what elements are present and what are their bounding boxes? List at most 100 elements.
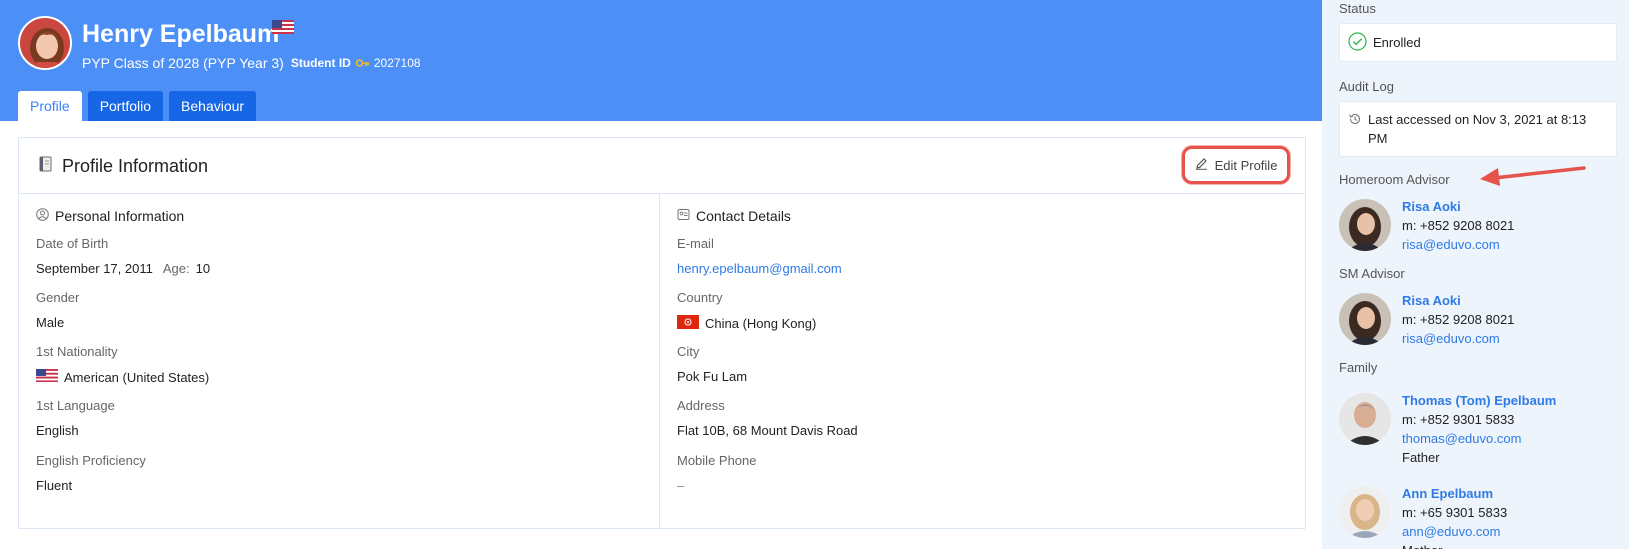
family-member-relation: Mother xyxy=(1402,541,1507,549)
nationality-value-row: American (United States) xyxy=(36,369,209,385)
audit-log-label: Audit Log xyxy=(1339,79,1394,94)
us-flag-icon xyxy=(36,369,58,385)
family-member-name[interactable]: Ann Epelbaum xyxy=(1402,484,1507,503)
address-label: Address xyxy=(677,398,725,413)
country-field: Country China (Hong Kong) xyxy=(677,290,816,332)
notebook-icon xyxy=(36,155,54,178)
address-value: Flat 10B, 68 Mount Davis Road xyxy=(677,423,858,438)
sidebar: Status Enrolled Audit Log Last accessed … xyxy=(1322,0,1629,549)
language-label: 1st Language xyxy=(36,398,115,413)
city-value: Pok Fu Lam xyxy=(677,369,748,384)
country-value: China (Hong Kong) xyxy=(705,316,817,331)
profile-tabs: Profile Portfolio Behaviour xyxy=(18,91,257,121)
sm-advisor-label: SM Advisor xyxy=(1339,266,1405,281)
family-label: Family xyxy=(1339,360,1378,375)
key-icon xyxy=(355,59,370,67)
student-name: Henry Epelbaum xyxy=(82,20,280,48)
homeroom-advisor-info: Risa Aoki m: +852 9208 8021 risa@eduvo.c… xyxy=(1402,197,1514,254)
tab-profile[interactable]: Profile xyxy=(18,91,82,121)
tab-behaviour[interactable]: Behaviour xyxy=(169,91,257,121)
proficiency-field: English Proficiency Fluent xyxy=(36,453,146,493)
family-member-avatar xyxy=(1339,393,1391,445)
city-field: City Pok Fu Lam xyxy=(677,344,747,384)
family-member-email[interactable]: thomas@eduvo.com xyxy=(1402,429,1556,448)
history-icon xyxy=(1348,112,1362,131)
card-header: Profile Information Edit Profile xyxy=(19,138,1305,194)
family-member-avatar xyxy=(1339,486,1391,538)
audit-log-line-1: Last accessed on Nov 3, 2021 at 8:13 xyxy=(1368,112,1587,127)
country-label: Country xyxy=(677,290,723,305)
family-member-info: Thomas (Tom) Epelbaum m: +852 9301 5833 … xyxy=(1402,391,1556,467)
nationality-label: 1st Nationality xyxy=(36,344,118,359)
pencil-icon xyxy=(1195,157,1208,173)
dob-value-row: September 17, 2011 Age: 10 xyxy=(36,261,210,276)
student-avatar xyxy=(18,16,72,70)
family-member-email[interactable]: ann@eduvo.com xyxy=(1402,522,1507,541)
personal-information-title: Personal Information xyxy=(36,208,184,224)
tab-portfolio[interactable]: Portfolio xyxy=(87,91,164,121)
annotation-arrow-icon xyxy=(1478,162,1588,193)
homeroom-advisor-label: Homeroom Advisor xyxy=(1339,172,1450,187)
gender-label: Gender xyxy=(36,290,80,305)
country-value-row: China (Hong Kong) xyxy=(677,315,816,332)
homeroom-advisor-name[interactable]: Risa Aoki xyxy=(1402,197,1514,216)
nationality-value: American (United States) xyxy=(64,369,210,385)
status-label: Status xyxy=(1339,1,1376,16)
address-field: Address Flat 10B, 68 Mount Davis Road xyxy=(677,398,858,438)
audit-log-line-2: PM xyxy=(1368,131,1388,146)
sm-advisor-info: Risa Aoki m: +852 9208 8021 risa@eduvo.c… xyxy=(1402,291,1514,348)
us-flag-icon xyxy=(272,20,294,39)
homeroom-advisor-phone: m: +852 9208 8021 xyxy=(1402,218,1515,233)
sm-advisor: Risa Aoki m: +852 9208 8021 risa@eduvo.c… xyxy=(1339,293,1514,348)
homeroom-advisor: Risa Aoki m: +852 9208 8021 risa@eduvo.c… xyxy=(1339,199,1514,254)
family-member-name[interactable]: Thomas (Tom) Epelbaum xyxy=(1402,391,1556,410)
audit-log-box: Last accessed on Nov 3, 2021 at 8:13 PM xyxy=(1339,101,1617,157)
age-value: 10 xyxy=(195,261,211,276)
city-label: City xyxy=(677,344,700,359)
family-member-relation: Father xyxy=(1402,450,1440,465)
contact-details-section: Contact Details E-mail henry.epelbaum@gm… xyxy=(660,194,1305,529)
sm-advisor-avatar xyxy=(1339,293,1391,345)
card-title: Profile Information xyxy=(36,155,208,178)
contact-details-title: Contact Details xyxy=(677,208,791,224)
age-label: Age: xyxy=(162,261,190,276)
homeroom-advisor-avatar xyxy=(1339,199,1391,251)
email-label: E-mail xyxy=(677,236,714,251)
class-line: PYP Class of 2028 (PYP Year 3) xyxy=(82,55,284,71)
student-header: Henry Epelbaum PYP Class of 2028 (PYP Ye… xyxy=(0,0,1322,121)
family-member-phone: m: +852 9301 5833 xyxy=(1402,412,1515,427)
homeroom-advisor-email[interactable]: risa@eduvo.com xyxy=(1402,235,1514,254)
contact-details-title-text: Contact Details xyxy=(696,208,791,224)
student-subtitle: PYP Class of 2028 (PYP Year 3) Student I… xyxy=(82,55,421,71)
student-id-value: 2027108 xyxy=(373,56,421,70)
family-member-phone: m: +65 9301 5833 xyxy=(1402,505,1508,520)
sm-advisor-email[interactable]: risa@eduvo.com xyxy=(1402,329,1514,348)
nationality-field: 1st Nationality American (United States) xyxy=(36,344,209,385)
personal-information-title-text: Personal Information xyxy=(55,208,185,224)
sm-advisor-name[interactable]: Risa Aoki xyxy=(1402,291,1514,310)
personal-information-section: Personal Information Date of Birth Septe… xyxy=(19,194,660,529)
gender-value: Male xyxy=(36,315,65,330)
student-id-label: Student ID xyxy=(290,56,351,70)
email-link[interactable]: henry.epelbaum@gmail.com xyxy=(677,261,842,276)
dob-label: Date of Birth xyxy=(36,236,109,251)
family-member-info: Ann Epelbaum m: +65 9301 5833 ann@eduvo.… xyxy=(1402,484,1507,549)
proficiency-value: Fluent xyxy=(36,478,73,493)
edit-profile-label: Edit Profile xyxy=(1214,157,1278,173)
card-title-text: Profile Information xyxy=(62,156,209,176)
contact-card-icon xyxy=(677,208,690,224)
mobile-field: Mobile Phone – xyxy=(677,453,757,493)
profile-information-card: Profile Information Edit Profile Persona… xyxy=(18,137,1306,529)
language-value: English xyxy=(36,423,79,438)
mobile-label: Mobile Phone xyxy=(677,453,757,468)
edit-profile-button[interactable]: Edit Profile xyxy=(1182,146,1290,184)
sm-advisor-phone: m: +852 9208 8021 xyxy=(1402,312,1515,327)
check-circle-icon xyxy=(1348,31,1367,54)
gender-field: Gender Male xyxy=(36,290,79,330)
mobile-value: – xyxy=(677,478,685,493)
audit-log-text: Last accessed on Nov 3, 2021 at 8:13 PM xyxy=(1368,110,1586,148)
hong-kong-flag-icon xyxy=(677,315,699,332)
email-field: E-mail henry.epelbaum@gmail.com xyxy=(677,236,842,276)
family-member: Thomas (Tom) Epelbaum m: +852 9301 5833 … xyxy=(1339,393,1556,467)
status-value: Enrolled xyxy=(1373,35,1421,50)
